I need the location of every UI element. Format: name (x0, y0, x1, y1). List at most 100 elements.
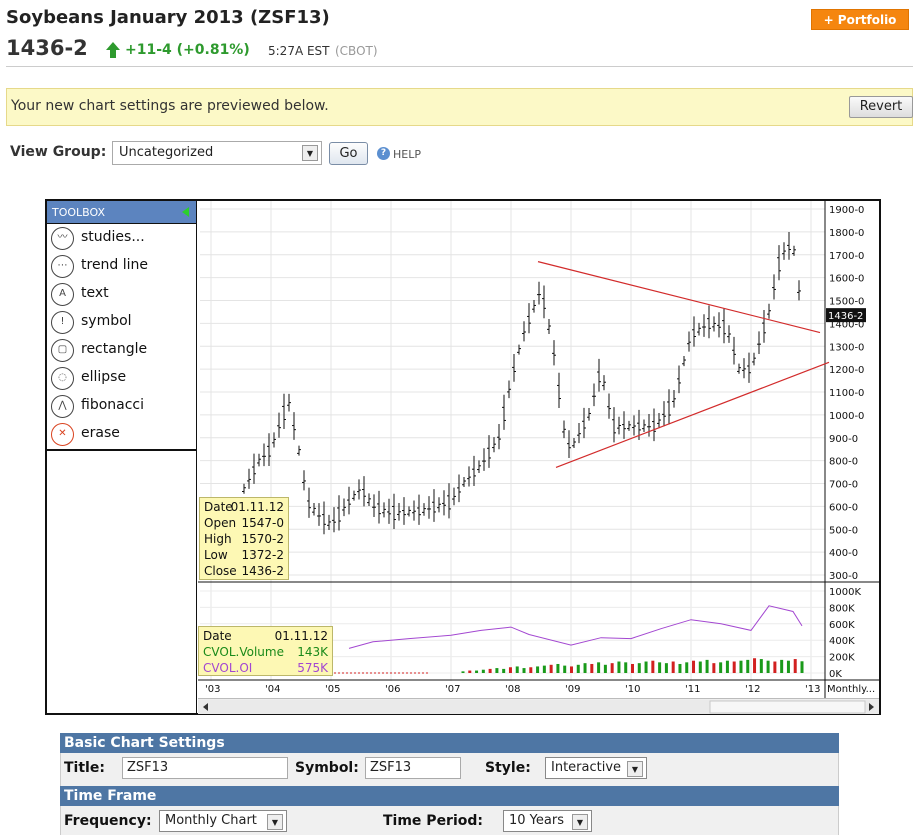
frequency-select[interactable]: Monthly Chart ▼ (159, 810, 287, 832)
up-arrow-icon (106, 42, 120, 58)
oi-value: 575K (297, 661, 328, 675)
tool-fibonacci[interactable]: ⋀ fibonacci (51, 394, 191, 420)
price-tick-label: 600-0 (829, 502, 858, 513)
price-change: +11-4 (+0.81%) (125, 42, 250, 58)
date-label: Date (204, 500, 233, 514)
price-tick-label: 1000-0 (829, 411, 864, 422)
open-value: 1547-0 (241, 516, 284, 530)
volume-bar (603, 664, 607, 673)
tool-rectangle[interactable]: ▢ rectangle (51, 338, 191, 364)
volume-bar (529, 667, 533, 673)
tool-symbol[interactable]: ! symbol (51, 310, 191, 336)
volume-bar (664, 663, 668, 673)
exchange-label: (CBOT) (335, 44, 378, 58)
volume-bar (631, 663, 634, 673)
style-label: Style: (485, 760, 531, 776)
style-selected: Interactive (551, 760, 622, 775)
add-portfolio-button[interactable]: + Portfolio (811, 9, 909, 30)
volume-bar (563, 665, 567, 673)
volume-bar (597, 662, 601, 673)
help-icon[interactable]: ? (377, 147, 390, 160)
chart-scrollbar[interactable] (198, 698, 879, 714)
last-price: 1436-2 (6, 36, 88, 60)
tool-label: text (81, 285, 109, 301)
scrollbar-graphic (198, 700, 879, 714)
chevron-down-icon[interactable]: ▼ (572, 814, 588, 830)
tool-trend-line[interactable]: ⋯ trend line (51, 254, 191, 280)
volume-bar (678, 663, 682, 673)
title-label: Title: (64, 760, 105, 776)
trend-line-icon: ⋯ (51, 255, 74, 278)
price-tick-label: 800-0 (829, 457, 858, 468)
volume-bar (542, 665, 546, 673)
time-tick-label: '12 (745, 684, 760, 695)
title-input[interactable]: ZSF13 (122, 757, 288, 779)
go-button[interactable]: Go (329, 142, 368, 165)
time-period-selected: 10 Years (509, 813, 564, 828)
tool-studies[interactable]: 〰 studies... (51, 226, 191, 252)
volume-bar (637, 663, 641, 673)
price-chart[interactable]: 1900-01800-01700-01600-01500-01400-01300… (198, 201, 879, 698)
volume-bar (651, 660, 655, 673)
time-tick-label: '13 (805, 684, 820, 695)
high-value: 1570-2 (241, 532, 284, 546)
time-tick-label: '07 (445, 684, 460, 695)
time-frame-header: Time Frame (60, 786, 839, 806)
preview-notice-text: Your new chart settings are previewed be… (11, 98, 329, 114)
volume-bar (522, 668, 526, 673)
time-tick-label: '10 (625, 684, 640, 695)
tool-text[interactable]: A text (51, 282, 191, 308)
price-tick-label: 500-0 (829, 525, 858, 536)
volume-tick-label: 200K (829, 653, 855, 664)
chevron-down-icon[interactable]: ▼ (627, 761, 643, 777)
revert-button[interactable]: Revert (849, 96, 913, 118)
last-price-label: 1436-2 (828, 311, 863, 322)
view-group-label: View Group: (10, 144, 107, 160)
date-value: 01.11.12 (274, 629, 328, 643)
frequency-selected: Monthly Chart (165, 813, 257, 828)
volume-value: 143K (297, 645, 328, 659)
price-tick-label: 1800-0 (829, 228, 864, 239)
page-title: Soybeans January 2013 (ZSF13) (6, 7, 330, 28)
chevron-down-icon[interactable]: ▼ (302, 145, 318, 161)
price-tick-label: 1200-0 (829, 365, 864, 376)
volume-bar (671, 661, 675, 673)
tool-label: ellipse (81, 369, 127, 385)
tool-label: symbol (81, 313, 132, 329)
volume-bar (698, 661, 702, 673)
style-select[interactable]: Interactive ▼ (545, 757, 647, 779)
volume-bar (644, 661, 648, 673)
symbol-input[interactable]: ZSF13 (365, 757, 461, 779)
volume-bar (746, 659, 750, 673)
chevron-down-icon[interactable]: ▼ (267, 814, 283, 830)
time-tick-label: '06 (385, 684, 400, 695)
time-period-select[interactable]: 10 Years ▼ (503, 810, 592, 832)
rectangle-icon: ▢ (51, 339, 74, 362)
time-tick-label: '11 (685, 684, 700, 695)
tool-ellipse[interactable]: ◌ ellipse (51, 366, 191, 392)
symbol-icon: ! (51, 311, 74, 334)
price-tick-label: 1100-0 (829, 388, 864, 399)
close-value: 1436-2 (241, 564, 284, 578)
collapse-toolbox-icon[interactable] (182, 207, 189, 217)
volume-tick-label: 400K (829, 636, 855, 647)
volume-bar (495, 668, 499, 673)
tool-label: trend line (81, 257, 149, 273)
volume-bar (780, 659, 784, 673)
help-link[interactable]: HELP (393, 148, 421, 161)
price-tick-label: 900-0 (829, 434, 858, 445)
volume-bar (685, 662, 689, 673)
time-tick-label: '08 (505, 684, 520, 695)
price-info-box: Date 01.11.12 Open 1547-0 High 1570-2 Low 13… (199, 497, 289, 580)
volume-info-box: Date 01.11.12 CVOL.Volume 143K CVOL.OI 575K (198, 626, 333, 676)
volume-bar (610, 663, 614, 673)
volume-bar (556, 663, 560, 673)
frequency-axis-label: Monthly... (827, 684, 875, 695)
time-period-label: Time Period: (383, 813, 484, 829)
tool-erase[interactable]: ✕ erase (51, 422, 191, 448)
volume-bar (753, 658, 757, 673)
volume-bar (719, 662, 723, 673)
view-group-select[interactable]: Uncategorized ▼ (112, 141, 322, 165)
volume-bar (461, 671, 465, 673)
open-label: Open (204, 516, 237, 530)
